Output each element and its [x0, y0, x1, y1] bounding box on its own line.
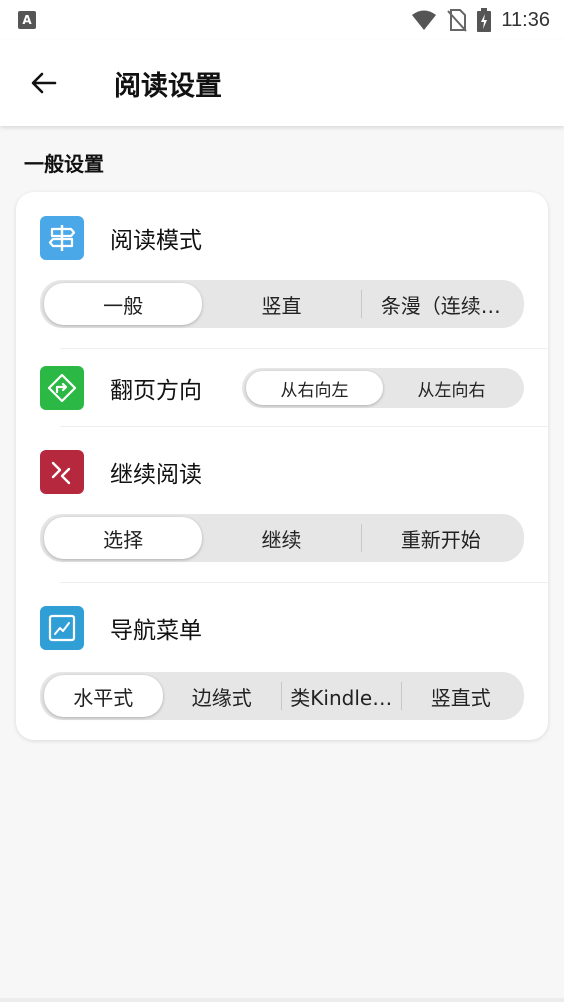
- nav-menu-option-edge[interactable]: 边缘式: [163, 672, 282, 720]
- direction-sign-icon: [40, 366, 84, 410]
- settings-card: 阅读模式 一般 竖直 条漫（连续… 翻页方向 从右向左 从左向右 继续阅读 选择…: [16, 192, 548, 740]
- section-title: 一般设置: [24, 152, 104, 176]
- notification-a-icon: A: [18, 11, 36, 29]
- continue-reading-option-restart[interactable]: 重新开始: [362, 514, 520, 562]
- continue-reading-row: 继续阅读: [40, 450, 202, 494]
- continue-reading-label: 继续阅读: [110, 462, 202, 488]
- wifi-icon: [412, 10, 437, 30]
- continue-reading-segmented: 选择 继续 重新开始: [40, 514, 524, 562]
- arrow-left-icon: [31, 72, 57, 94]
- nav-menu-option-vertical[interactable]: 竖直式: [402, 672, 521, 720]
- continue-reading-option-choose[interactable]: 选择: [44, 517, 203, 559]
- reading-mode-row: 阅读模式: [40, 216, 202, 260]
- nav-menu-segmented: 水平式 边缘式 类Kindle… 竖直式: [40, 672, 524, 720]
- reading-mode-option-webtoon[interactable]: 条漫（连续…: [362, 280, 520, 328]
- page-direction-option-rtl[interactable]: 从右向左: [246, 371, 383, 405]
- signpost-icon: [40, 216, 84, 260]
- continue-icon: [40, 450, 84, 494]
- page-direction-row: 翻页方向: [40, 366, 202, 410]
- bottom-edge: [0, 998, 564, 1002]
- back-button[interactable]: [14, 53, 74, 113]
- row-divider: [60, 582, 548, 583]
- page-direction-label: 翻页方向: [110, 378, 202, 404]
- nav-menu-label: 导航菜单: [110, 618, 202, 644]
- app-bar: 阅读设置: [0, 40, 564, 126]
- reading-mode-option-vertical[interactable]: 竖直: [202, 280, 360, 328]
- chart-trend-icon: [40, 606, 84, 650]
- row-divider: [60, 426, 548, 427]
- nav-menu-row: 导航菜单: [40, 606, 202, 650]
- reading-mode-segmented: 一般 竖直 条漫（连续…: [40, 280, 524, 328]
- page-direction-option-ltr[interactable]: 从左向右: [383, 368, 520, 408]
- no-sim-icon: [447, 9, 468, 32]
- reading-mode-label: 阅读模式: [110, 228, 202, 254]
- status-bar: A 11:36: [0, 0, 564, 40]
- page-direction-segmented: 从右向左 从左向右: [242, 368, 524, 408]
- continue-reading-option-continue[interactable]: 继续: [202, 514, 360, 562]
- row-divider: [60, 348, 548, 349]
- status-time: 11:36: [501, 8, 550, 31]
- reading-mode-option-normal[interactable]: 一般: [44, 283, 203, 325]
- nav-menu-option-kindle[interactable]: 类Kindle…: [282, 672, 401, 720]
- battery-charging-icon: [477, 8, 492, 32]
- nav-menu-option-horizontal[interactable]: 水平式: [44, 675, 163, 717]
- page-title: 阅读设置: [114, 70, 222, 102]
